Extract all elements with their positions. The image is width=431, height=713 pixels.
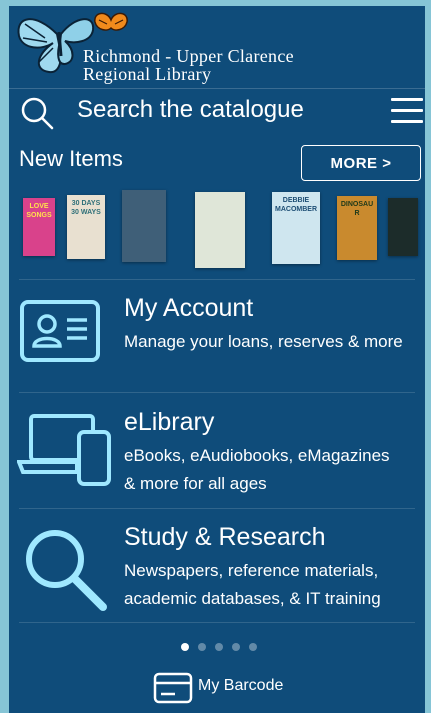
divider xyxy=(19,508,415,509)
book-cover-text: LOVE SONGS xyxy=(26,203,52,219)
my-barcode-label: My Barcode xyxy=(198,677,284,694)
search-icon[interactable] xyxy=(19,95,55,131)
menu-item-desc: Manage your loans, reserves & more xyxy=(124,332,403,351)
book-cover[interactable]: DINOSAUR xyxy=(337,196,377,260)
new-items-title: New Items xyxy=(19,146,123,171)
menu-item-my-account[interactable]: My Account Manage your loans, reserves &… xyxy=(9,282,425,394)
magnifier-icon xyxy=(26,530,107,611)
menu-item-elibrary[interactable]: eLibrary eBooks, eAudiobooks, eMagazines… xyxy=(9,396,425,508)
app-screen: Richmond - Upper Clarence Regional Libra… xyxy=(9,6,425,713)
book-cover[interactable]: LOVE SONGS xyxy=(23,198,55,256)
menu-item-desc-line1: Newspapers, reference materials, xyxy=(124,561,379,580)
book-cover[interactable] xyxy=(388,198,418,256)
page-dot[interactable] xyxy=(215,643,223,651)
book-cover[interactable]: DEBBIE MACOMBER xyxy=(272,192,320,264)
book-cover[interactable] xyxy=(195,192,245,268)
menu-item-desc-line2: & more for all ages xyxy=(124,474,267,493)
book-cover[interactable]: 30 DAYS 30 WAYS xyxy=(67,195,105,259)
page-dot[interactable] xyxy=(181,643,189,651)
menu-item-title: My Account xyxy=(124,294,254,322)
page-dot[interactable] xyxy=(232,643,240,651)
my-barcode-button[interactable]: My Barcode xyxy=(153,670,303,706)
book-cover-text: DINOSAUR xyxy=(340,201,374,217)
page-dot[interactable] xyxy=(249,643,257,651)
book-cover-text: 30 DAYS 30 WAYS xyxy=(71,200,101,216)
menu-item-desc-line2: academic databases, & IT training xyxy=(124,589,381,608)
laptop-phone-icon xyxy=(17,414,111,486)
book-cover-text xyxy=(122,190,166,198)
search-bar xyxy=(9,88,425,133)
new-items-carousel[interactable]: LOVE SONGS 30 DAYS 30 WAYS DEBBIE MACOMBER… xyxy=(9,188,425,268)
barcode-card-icon xyxy=(153,672,193,704)
id-card-icon xyxy=(20,300,100,362)
book-cover[interactable] xyxy=(122,190,166,262)
menu-item-desc-line1: eBooks, eAudiobooks, eMagazines xyxy=(124,446,390,465)
divider xyxy=(19,622,415,623)
menu-item-study-research[interactable]: Study & Research Newspapers, reference m… xyxy=(9,511,425,623)
library-name-line2: Regional Library xyxy=(83,64,212,84)
hamburger-menu-icon[interactable] xyxy=(391,98,423,126)
menu-item-title: Study & Research xyxy=(124,523,326,551)
page-dot[interactable] xyxy=(198,643,206,651)
library-name-line1: Richmond - Upper Clarence xyxy=(83,46,294,66)
search-input[interactable] xyxy=(77,95,317,125)
menu-item-title: eLibrary xyxy=(124,408,215,436)
library-name: Richmond - Upper Clarence Regional Libra… xyxy=(83,47,294,83)
more-button[interactable]: MORE > xyxy=(301,145,421,181)
menu-item-desc: eBooks, eAudiobooks, eMagazines & more f… xyxy=(124,442,424,498)
book-cover-text xyxy=(195,192,245,200)
divider xyxy=(19,279,415,280)
header: Richmond - Upper Clarence Regional Libra… xyxy=(9,6,425,90)
divider xyxy=(19,392,415,393)
book-cover-text: DEBBIE MACOMBER xyxy=(275,197,317,213)
book-cover-text xyxy=(388,198,418,206)
menu-item-desc: Newspapers, reference materials, academi… xyxy=(124,557,424,613)
